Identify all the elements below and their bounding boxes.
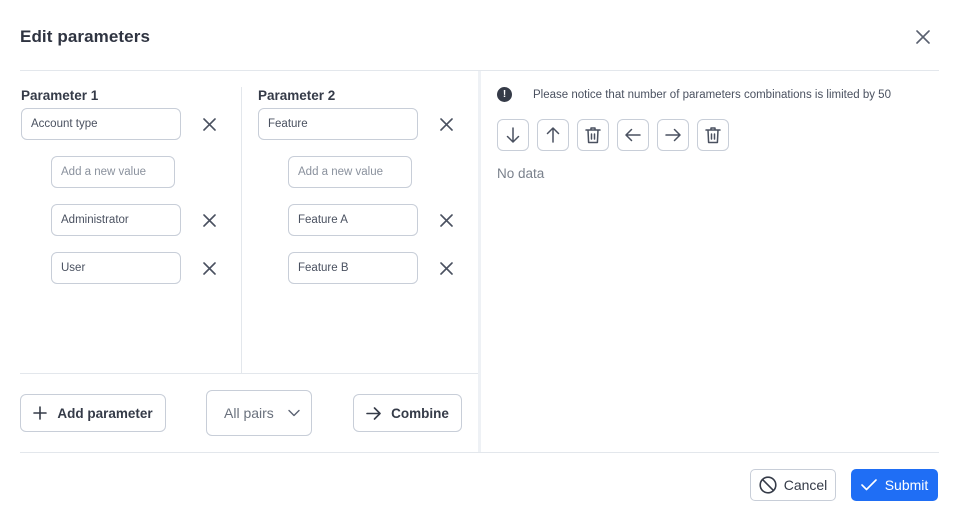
arrow-right-icon: [366, 406, 381, 420]
arrow-down-icon: [506, 127, 520, 143]
remove-value-button[interactable]: [436, 258, 456, 278]
parameter-1-value-input[interactable]: [51, 204, 181, 236]
remove-parameter-2-button[interactable]: [436, 114, 456, 134]
plus-icon: [33, 406, 48, 420]
cancel-button[interactable]: Cancel: [750, 469, 836, 501]
combine-button[interactable]: Combine: [353, 394, 462, 432]
close-icon: [439, 213, 453, 227]
move-left-button[interactable]: [617, 119, 649, 151]
remove-value-button[interactable]: [436, 210, 456, 230]
combination-mode-select[interactable]: All pairs: [206, 390, 312, 436]
cancel-label: Cancel: [783, 477, 828, 493]
remove-value-button[interactable]: [199, 210, 219, 230]
parameter-1-new-value-input[interactable]: [51, 156, 175, 188]
delete-row-button[interactable]: [577, 119, 609, 151]
arrow-right-icon: [665, 128, 681, 142]
trash-icon: [585, 127, 601, 144]
combination-mode-value: All pairs: [224, 405, 274, 421]
parameter-1-name-input[interactable]: [21, 108, 181, 140]
footer-divider: [20, 452, 939, 453]
close-icon: [202, 213, 216, 227]
add-parameter-label: Add parameter: [57, 405, 153, 421]
close-icon: [202, 261, 216, 275]
cancel-icon: [759, 476, 777, 494]
remove-parameter-1-button[interactable]: [199, 114, 219, 134]
chevron-down-icon: [288, 409, 300, 417]
exclamation-icon: !: [497, 87, 512, 102]
trash-icon: [705, 127, 721, 144]
dialog-title: Edit parameters: [20, 27, 150, 46]
move-down-button[interactable]: [497, 119, 529, 151]
parameter-1-label: Parameter 1: [21, 88, 99, 103]
column-separator: [241, 87, 242, 373]
arrow-left-icon: [625, 128, 641, 142]
arrow-up-icon: [546, 127, 560, 143]
parameter-1-value-input[interactable]: [51, 252, 181, 284]
empty-state-text: No data: [497, 166, 545, 181]
remove-value-button[interactable]: [199, 258, 219, 278]
parameter-2-value-input[interactable]: [288, 252, 418, 284]
check-icon: [860, 479, 877, 491]
limit-notice: ! Please notice that number of parameter…: [497, 87, 891, 102]
close-icon: [202, 117, 216, 131]
parameter-2-label: Parameter 2: [258, 88, 336, 103]
move-up-button[interactable]: [537, 119, 569, 151]
parameter-2-name-input[interactable]: [258, 108, 418, 140]
submit-button[interactable]: Submit: [851, 469, 938, 501]
actions-divider: [20, 373, 478, 374]
submit-label: Submit: [884, 477, 929, 493]
close-icon: [916, 30, 930, 44]
close-button[interactable]: [912, 26, 934, 48]
close-icon: [439, 117, 453, 131]
panel-separator: [478, 71, 481, 452]
delete-column-button[interactable]: [697, 119, 729, 151]
add-parameter-button[interactable]: Add parameter: [20, 394, 166, 432]
notice-text: Please notice that number of parameters …: [533, 88, 891, 101]
parameter-2-new-value-input[interactable]: [288, 156, 412, 188]
parameter-2-value-input[interactable]: [288, 204, 418, 236]
close-icon: [439, 261, 453, 275]
move-right-button[interactable]: [657, 119, 689, 151]
combine-label: Combine: [391, 405, 449, 421]
